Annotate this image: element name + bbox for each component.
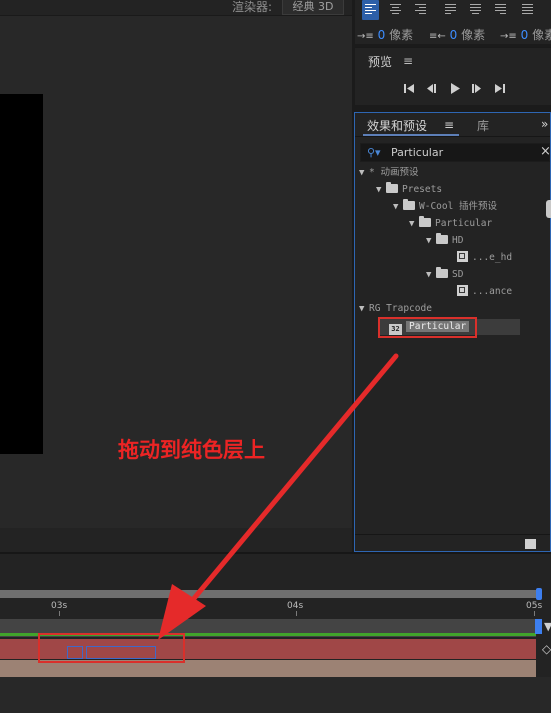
indent-left-unit: 像素 bbox=[389, 28, 414, 42]
indent-right-icon: ≡← bbox=[429, 31, 446, 42]
highlight-box-drop-target bbox=[38, 633, 185, 663]
indent-left-value[interactable]: 0 bbox=[378, 28, 386, 42]
tree-item-label: * 动画预设 bbox=[369, 167, 419, 178]
tab-effects-and-presets[interactable]: 效果和预设 bbox=[367, 117, 427, 134]
ruler-tick bbox=[296, 611, 297, 616]
indent-first-line-icon: →≡ bbox=[500, 31, 517, 42]
keyframe-nav-icon[interactable]: ◇ bbox=[542, 642, 551, 656]
play-icon[interactable] bbox=[447, 81, 463, 95]
folder-icon bbox=[403, 199, 415, 210]
renderer-dropdown[interactable]: 经典 3D bbox=[282, 0, 344, 15]
time-navigator-bar[interactable] bbox=[0, 590, 540, 598]
tree-item-label: HD bbox=[452, 235, 464, 246]
tree-item-presets[interactable]: ▼ Presets bbox=[376, 182, 442, 198]
tree-item-label: W-Cool 插件预设 bbox=[419, 201, 498, 212]
effects-tree: ▼ * 动画预设 ▼ Presets ▼ W-Cool 插件预设 ▼ Particula… bbox=[355, 165, 550, 535]
tree-item-label: Particular bbox=[435, 218, 493, 229]
effects-panel-footer bbox=[355, 534, 550, 551]
tree-item-label: ...e_hd bbox=[472, 252, 513, 263]
viewer-toolbar: 渲染器: 经典 3D bbox=[0, 0, 352, 16]
expand-triangle-icon[interactable]: ▼ bbox=[409, 216, 419, 232]
expand-triangle-icon[interactable]: ▼ bbox=[359, 301, 369, 317]
panel-scroll-handle[interactable] bbox=[546, 200, 551, 218]
tree-item-hd[interactable]: ▼ HD bbox=[426, 233, 463, 249]
tree-item-label: Presets bbox=[402, 184, 443, 195]
folder-icon bbox=[436, 233, 448, 244]
indent-right-unit: 像素 bbox=[461, 28, 486, 42]
preview-menu-icon[interactable]: ≡ bbox=[403, 54, 413, 68]
time-navigator-end-handle[interactable] bbox=[536, 588, 542, 600]
panel-menu-icon[interactable]: ≡ bbox=[444, 118, 454, 132]
annotation-text: 拖动到纯色层上 bbox=[118, 438, 265, 462]
composition-canvas[interactable] bbox=[0, 94, 43, 454]
folder-icon bbox=[419, 216, 431, 227]
playhead-handle[interactable] bbox=[535, 619, 542, 634]
highlight-box-particular bbox=[378, 317, 477, 338]
ruler-tick bbox=[59, 611, 60, 616]
expand-triangle-icon[interactable]: ▼ bbox=[376, 182, 386, 198]
expand-triangle-icon[interactable]: ▼ bbox=[426, 267, 436, 283]
indent-first-line-value[interactable]: 0 bbox=[521, 28, 529, 42]
tick-label: 03s bbox=[51, 601, 68, 611]
expand-triangle-icon[interactable]: ▼ bbox=[426, 233, 436, 249]
tick-label: 05s bbox=[526, 601, 543, 611]
tree-item-rg-trapcode[interactable]: ▼ RG Trapcode bbox=[359, 301, 432, 317]
tick-label: 04s bbox=[287, 601, 304, 611]
new-folder-icon[interactable] bbox=[525, 539, 536, 549]
search-icon[interactable]: ⚲▾ bbox=[367, 146, 381, 159]
effects-search-field[interactable]: ⚲▾ Particular × bbox=[360, 143, 551, 162]
tree-item-label: ...ance bbox=[472, 286, 513, 297]
indent-first-line-field[interactable]: →≡ 0 像素 bbox=[500, 26, 551, 43]
clear-search-icon[interactable]: × bbox=[540, 144, 551, 159]
indent-right-value[interactable]: 0 bbox=[450, 28, 458, 42]
justify-last-center-button[interactable] bbox=[467, 0, 484, 20]
tab-library[interactable]: 库 bbox=[477, 117, 489, 134]
indent-right-field[interactable]: ≡← 0 像素 bbox=[429, 26, 485, 43]
justify-last-right-button[interactable] bbox=[492, 0, 509, 20]
timeline-empty-area bbox=[0, 677, 551, 713]
indent-left-icon: →≡ bbox=[357, 31, 374, 42]
tree-item-label: SD bbox=[452, 269, 464, 280]
align-center-button[interactable] bbox=[387, 0, 404, 20]
renderer-label: 渲染器: bbox=[231, 0, 272, 14]
tree-item-preset-hd[interactable]: ...e_hd bbox=[457, 250, 512, 266]
folder-icon bbox=[436, 267, 448, 278]
playhead-icon[interactable]: ▼ bbox=[544, 620, 551, 633]
justify-last-left-button[interactable] bbox=[442, 0, 459, 20]
effects-panel-tabbar: 效果和预设 ≡ 库 » bbox=[355, 113, 550, 137]
panel-overflow-icon[interactable]: » bbox=[541, 117, 548, 131]
align-right-button[interactable] bbox=[412, 0, 429, 20]
folder-icon bbox=[386, 182, 398, 193]
tree-item-particular-folder[interactable]: ▼ Particular bbox=[409, 216, 492, 232]
first-frame-icon[interactable] bbox=[401, 81, 417, 95]
preview-panel-title[interactable]: 预览 bbox=[368, 53, 392, 70]
indent-left-field[interactable]: →≡ 0 像素 bbox=[357, 26, 413, 43]
justify-all-button[interactable] bbox=[519, 0, 536, 20]
tree-item-wcool[interactable]: ▼ W-Cool 插件预设 bbox=[393, 199, 497, 215]
expand-triangle-icon[interactable]: ▼ bbox=[393, 199, 403, 215]
indent-first-line-unit: 像素 bbox=[532, 28, 551, 42]
align-left-button[interactable] bbox=[362, 0, 379, 20]
animation-preset-icon bbox=[457, 251, 468, 262]
search-input[interactable]: Particular bbox=[391, 146, 443, 159]
expand-triangle-icon[interactable]: ▼ bbox=[359, 165, 369, 181]
tree-item-sd[interactable]: ▼ SD bbox=[426, 267, 463, 283]
active-tab-indicator bbox=[363, 134, 459, 136]
next-frame-icon[interactable] bbox=[469, 81, 485, 95]
previous-frame-icon[interactable] bbox=[423, 81, 439, 95]
tree-item-animation-presets[interactable]: ▼ * 动画预设 bbox=[359, 165, 418, 181]
preview-panel: 预览 ≡ bbox=[355, 47, 551, 105]
last-frame-icon[interactable] bbox=[492, 81, 508, 95]
tree-item-preset-sd[interactable]: ...ance bbox=[457, 284, 512, 300]
ruler-tick bbox=[534, 611, 535, 616]
animation-preset-icon bbox=[457, 285, 468, 296]
tree-item-label: RG Trapcode bbox=[369, 303, 432, 314]
